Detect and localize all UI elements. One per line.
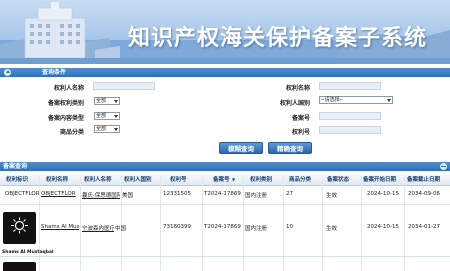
table-row[interactable]: OBJECTFLOR OBJECTFLOR 曩氏·保思德国际 美国 123315… (0, 186, 450, 204)
owner-country-label: 权利人国别 (279, 100, 310, 107)
query-conditions-title: 查询条件 (42, 69, 67, 76)
collapse-icon[interactable] (440, 163, 447, 170)
record-no-cell: T2024-17869 (204, 224, 241, 230)
results-bar: 备案查询 (0, 162, 450, 171)
category-label: 备案权利类别 (47, 100, 84, 107)
category-select[interactable]: 全部 (94, 97, 120, 105)
column-header: 权利类别 (250, 177, 273, 183)
record-no-input[interactable] (319, 112, 381, 120)
end-date-cell: 2034-01-27 (408, 224, 440, 230)
owner-link[interactable]: 宁波森内医疗器 (82, 224, 114, 232)
right-name-link[interactable]: OBJECTFLOR (41, 191, 79, 197)
sort-icon[interactable]: ▼ (232, 175, 238, 185)
column-header: 权利人国别 (124, 177, 152, 183)
record-no-cell: T2024-17869 (204, 191, 241, 197)
chevron-down-icon (387, 99, 391, 102)
right-type-cell: 国内注册 (245, 226, 268, 232)
goods-class-label: 商品分类 (59, 129, 84, 136)
column-header: 权利号 (170, 177, 187, 183)
query-conditions-bar[interactable]: 查询条件 (0, 68, 450, 77)
trademark-logo (3, 262, 36, 271)
owner-name-input[interactable] (93, 82, 155, 90)
owner-country-select[interactable]: --请选择-- (319, 96, 393, 104)
status-cell: 生效 (326, 226, 338, 232)
column-header: 备案状态 (327, 177, 350, 183)
results-table-header: 权利标识 权利名称 权利人名称 权利人国别 权利号 备案号 ▼ 权利类别 商品分… (0, 175, 450, 186)
right-no-cell: 12331505 (163, 191, 191, 197)
column-header: 备案开始日期 (363, 177, 397, 183)
mark-cell: OBJECTFLOR (5, 191, 39, 197)
end-date-cell: 2034-09-06 (408, 191, 440, 197)
start-date-cell: 2024-10-15 (367, 224, 399, 230)
collapse-up-icon[interactable] (4, 69, 11, 76)
column-header: 权利人名称 (84, 177, 112, 183)
column-header: 商品分类 (289, 177, 312, 183)
content-type-label: 备案内容类型 (47, 115, 84, 122)
header-banner: 知识产权海关保护备案子系统 (0, 0, 450, 64)
exact-query-button[interactable]: 精确查询 (268, 142, 312, 154)
country-cell: 美国 (122, 193, 134, 199)
chevron-down-icon (114, 128, 118, 131)
sun-emblem-icon (11, 217, 28, 234)
start-date-cell: 2024-10-15 (367, 191, 399, 197)
column-header: 权利标识 (6, 177, 29, 183)
fuzzy-query-button[interactable]: 模糊查询 (219, 142, 263, 154)
goods-class-cell: 27 (286, 191, 293, 197)
trademark-logo (3, 212, 36, 244)
right-name-input[interactable] (319, 82, 381, 90)
row-divider (0, 256, 450, 257)
right-no-cell: 73180399 (163, 224, 191, 230)
chevron-down-icon (114, 100, 118, 103)
right-type-cell: 国内注册 (245, 193, 268, 199)
chevron-down-icon (114, 115, 118, 118)
table-row[interactable]: Shams Al Mus 宁波森内医疗器 中国 73180399 T2024-1… (0, 205, 450, 253)
goods-class-cell: 10 (286, 224, 293, 230)
right-name-label: 权利名称 (285, 85, 310, 92)
goods-class-select-value: 全部 (96, 126, 107, 132)
status-cell: 生效 (326, 193, 338, 199)
column-header: 备案截止日期 (407, 177, 441, 183)
owner-name-label: 权利人名称 (53, 85, 84, 92)
system-title: 知识产权海关保护备案子系统 (128, 25, 428, 51)
logo-caption: Shams Al Mustaqbal (2, 250, 54, 255)
owner-link[interactable]: 曩氏·保思德国际 (82, 191, 120, 199)
owner-country-select-value: --请选择-- (321, 97, 344, 103)
results-title: 备案查询 (3, 163, 28, 170)
goods-class-select[interactable]: 全部 (94, 125, 120, 133)
right-no-input[interactable] (319, 126, 381, 134)
content-type-select-value: 全部 (96, 113, 107, 119)
right-name-link[interactable]: Shams Al Mus (41, 224, 79, 230)
right-no-label: 权利号 (291, 129, 310, 136)
category-select-value: 全部 (96, 98, 107, 104)
record-no-label: 备案号 (291, 115, 310, 122)
content-type-select[interactable]: 全部 (94, 112, 120, 120)
country-cell: 中国 (115, 226, 127, 232)
column-header: 权利名称 (46, 177, 69, 183)
